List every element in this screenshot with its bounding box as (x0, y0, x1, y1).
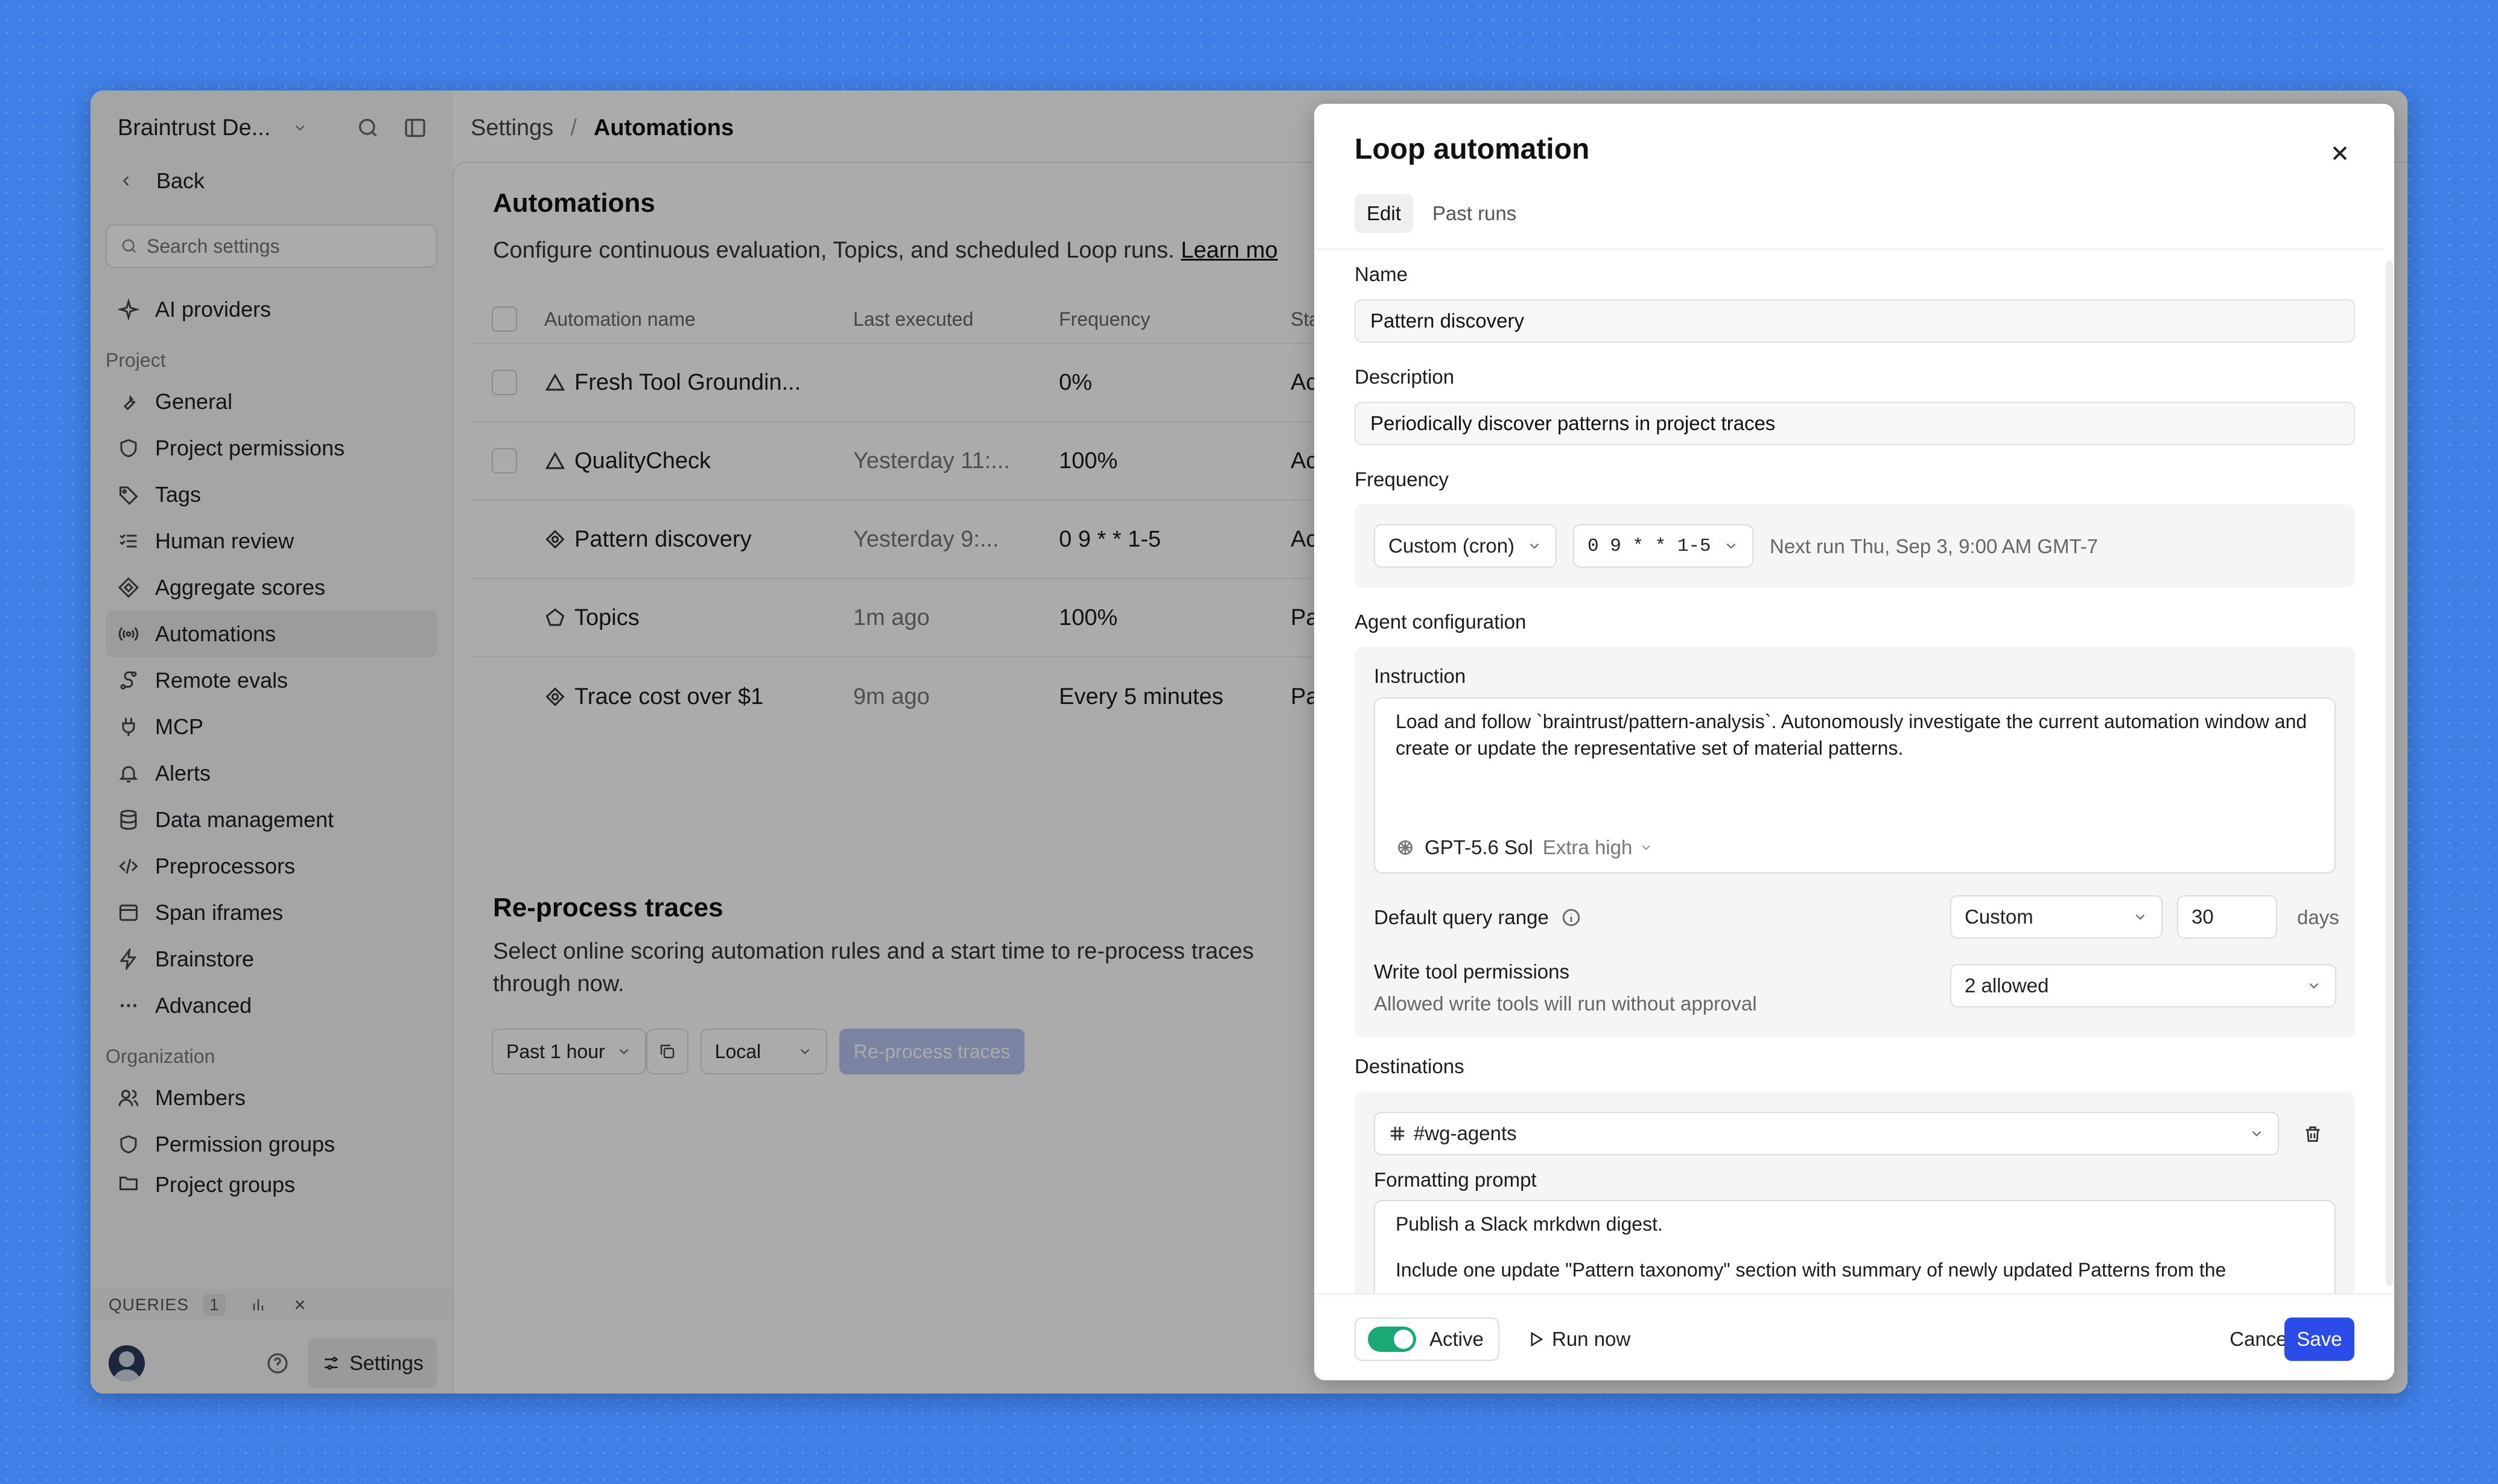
query-range-label: Default query range (1374, 906, 1581, 929)
save-button[interactable]: Save (2284, 1318, 2354, 1361)
query-range-mode-value: Custom (1965, 905, 2033, 928)
destinations-panel: #wg-agents Formatting prompt Publish a S… (1355, 1091, 2355, 1293)
write-tools-value: 2 allowed (1965, 974, 2049, 997)
destination-channel-select[interactable]: #wg-agents (1374, 1112, 2279, 1155)
agent-config-label: Agent configuration (1355, 610, 1527, 633)
frequency-panel: Custom (cron) 0 9 * * 1-5 Next run Thu, … (1355, 504, 2355, 588)
destinations-label: Destinations (1355, 1055, 1464, 1077)
cancel-button[interactable]: Cancel (2229, 1318, 2292, 1361)
instruction-text: Load and follow `braintrust/pattern-anal… (1396, 711, 2307, 759)
toggle-switch[interactable] (1368, 1327, 1416, 1352)
query-range-label-text: Default query range (1374, 906, 1549, 928)
chevron-down-icon (1723, 538, 1739, 554)
tab-edit[interactable]: Edit (1355, 194, 1413, 233)
dialog-scrollbar[interactable] (2386, 261, 2393, 1286)
formatting-prompt-line: Publish a Slack mrkdwn digest. (1396, 1213, 1663, 1235)
chevron-down-icon (2306, 978, 2322, 994)
dialog-tabs: Edit Past runs (1355, 194, 1528, 233)
chevron-down-icon (2249, 1126, 2264, 1141)
query-range-days-input[interactable]: 30 (2177, 895, 2277, 939)
chevron-down-icon (2132, 909, 2148, 925)
description-label: Description (1355, 366, 1455, 388)
query-range-days-value: 30 (2191, 905, 2214, 928)
frequency-mode-value: Custom (cron) (1388, 534, 1515, 557)
play-icon (1527, 1330, 1545, 1348)
query-range-mode-select[interactable]: Custom (1950, 895, 2163, 939)
write-tools-note: Allowed write tools will run without app… (1374, 992, 1757, 1015)
frequency-mode-select[interactable]: Custom (cron) (1374, 524, 1557, 568)
destination-channel-value: #wg-agents (1414, 1122, 1517, 1144)
app-window: Braintrust De... Back AI providers Proje… (91, 90, 2407, 1394)
loop-automation-dialog: Loop automation Edit Past runs Name Patt… (1314, 104, 2394, 1380)
model-select[interactable]: GPT-5.6 Sol Extra high (1396, 836, 1662, 859)
instruction-textarea[interactable]: Load and follow `braintrust/pattern-anal… (1374, 697, 2336, 874)
frequency-label: Frequency (1355, 468, 1449, 490)
formatting-prompt-textarea[interactable]: Publish a Slack mrkdwn digest. Include o… (1374, 1200, 2336, 1293)
dialog-title: Loop automation (1355, 133, 1590, 165)
formatting-prompt-line: Include one update "Pattern taxonomy" se… (1396, 1259, 2226, 1281)
model-effort: Extra high (1542, 836, 1633, 858)
chevron-down-icon (1639, 841, 1653, 854)
trash-icon[interactable] (2303, 1124, 2323, 1144)
slack-icon (1388, 1124, 1406, 1143)
name-field[interactable]: Pattern discovery (1355, 299, 2355, 343)
days-label: days (2297, 906, 2339, 928)
description-value: Periodically discover patterns in projec… (1370, 412, 1776, 434)
write-tools-select[interactable]: 2 allowed (1950, 964, 2336, 1007)
openai-icon (1396, 838, 1415, 857)
instruction-label: Instruction (1374, 665, 1466, 687)
run-now-button[interactable]: Run now (1527, 1318, 1630, 1361)
dialog-footer: Active Run now Cancel Save (1314, 1293, 2394, 1380)
description-field[interactable]: Periodically discover patterns in projec… (1355, 402, 2355, 445)
active-label: Active (1429, 1328, 1484, 1350)
next-run-text: Next run Thu, Sep 3, 9:00 AM GMT-7 (1770, 535, 2099, 557)
name-value: Pattern discovery (1370, 309, 1524, 332)
dialog-body: Name Pattern discovery Description Perio… (1314, 249, 2382, 1293)
name-label: Name (1355, 263, 1408, 285)
cron-value: 0 9 * * 1-5 (1587, 535, 1711, 557)
chevron-down-icon (1527, 538, 1542, 554)
close-icon[interactable] (2328, 141, 2352, 165)
formatting-prompt-label: Formatting prompt (1374, 1168, 1537, 1191)
cron-select[interactable]: 0 9 * * 1-5 (1573, 524, 1753, 568)
info-icon[interactable] (1561, 907, 1581, 928)
agent-config-panel: Instruction Load and follow `braintrust/… (1355, 647, 2355, 1038)
formatting-prompt-text: Publish a Slack mrkdwn digest. Include o… (1396, 1211, 2314, 1283)
tab-past-runs[interactable]: Past runs (1420, 194, 1528, 233)
model-name: GPT-5.6 Sol (1425, 836, 1533, 858)
active-toggle[interactable]: Active (1355, 1318, 1499, 1361)
run-now-label: Run now (1552, 1328, 1631, 1350)
write-tools-label: Write tool permissions (1374, 960, 1569, 983)
